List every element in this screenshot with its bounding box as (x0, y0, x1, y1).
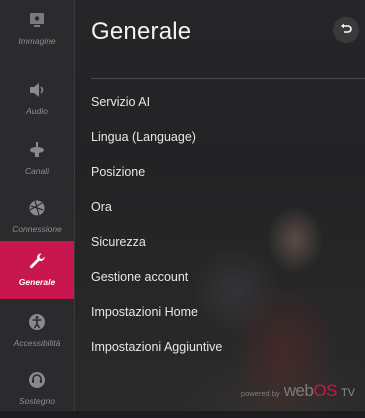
speaker-icon (30, 83, 44, 97)
sidebar-item-label: Sostegno (19, 396, 55, 406)
sidebar-item-immagine[interactable]: Immagine (0, 0, 74, 58)
settings-sidebar: Immagine Audio Canali Connessione Genera… (0, 0, 75, 411)
sidebar-item-accessibilita[interactable]: Accessibilità (0, 302, 74, 360)
sidebar-item-label: Immagine (18, 36, 56, 46)
sidebar-item-audio[interactable]: Audio (0, 70, 74, 128)
brand-tv: TV (340, 387, 355, 399)
antenna-icon (30, 142, 44, 157)
back-icon (341, 23, 352, 33)
menu-item-lingua[interactable]: Lingua (Language) (75, 120, 365, 155)
menu-item-servizio-ai[interactable]: Servizio AI (75, 85, 365, 120)
back-button[interactable] (333, 17, 359, 43)
sidebar-item-connessione[interactable]: Connessione (0, 188, 74, 246)
general-settings-panel: Generale Servizio AI Lingua (Language) P… (75, 0, 365, 411)
menu-item-posizione[interactable]: Posizione (75, 155, 365, 190)
sidebar-item-label: Accessibilità (13, 338, 61, 348)
sidebar-item-sostegno[interactable]: Sostegno (0, 360, 74, 418)
menu-item-sicurezza[interactable]: Sicurezza (75, 225, 365, 260)
powered-by-text: powered by (240, 389, 280, 398)
page-title: Generale (91, 18, 192, 45)
menu-item-impostazioni-aggiuntive[interactable]: Impostazioni Aggiuntive (75, 330, 365, 365)
menu-item-ora[interactable]: Ora (75, 190, 365, 225)
accessibility-icon (29, 314, 45, 330)
sidebar-item-canali[interactable]: Canali (0, 130, 74, 188)
brand-os: OS (313, 381, 337, 400)
picture-icon (30, 13, 44, 27)
title-divider (91, 78, 365, 79)
webos-branding: powered by webOS TV (241, 381, 355, 401)
menu-item-impostazioni-home[interactable]: Impostazioni Home (75, 295, 365, 330)
sidebar-item-label: Generale (18, 277, 56, 287)
wrench-icon (29, 253, 45, 269)
general-menu: Servizio AI Lingua (Language) Posizione … (75, 85, 365, 365)
sidebar-item-generale[interactable]: Generale (0, 241, 74, 299)
brand-web: web (283, 381, 314, 400)
support-icon (29, 372, 45, 388)
menu-item-gestione-account[interactable]: Gestione account (75, 260, 365, 295)
globe-icon (29, 200, 45, 216)
sidebar-item-label: Canali (24, 166, 50, 176)
sidebar-item-label: Connessione (12, 224, 62, 234)
sidebar-item-label: Audio (26, 106, 48, 116)
